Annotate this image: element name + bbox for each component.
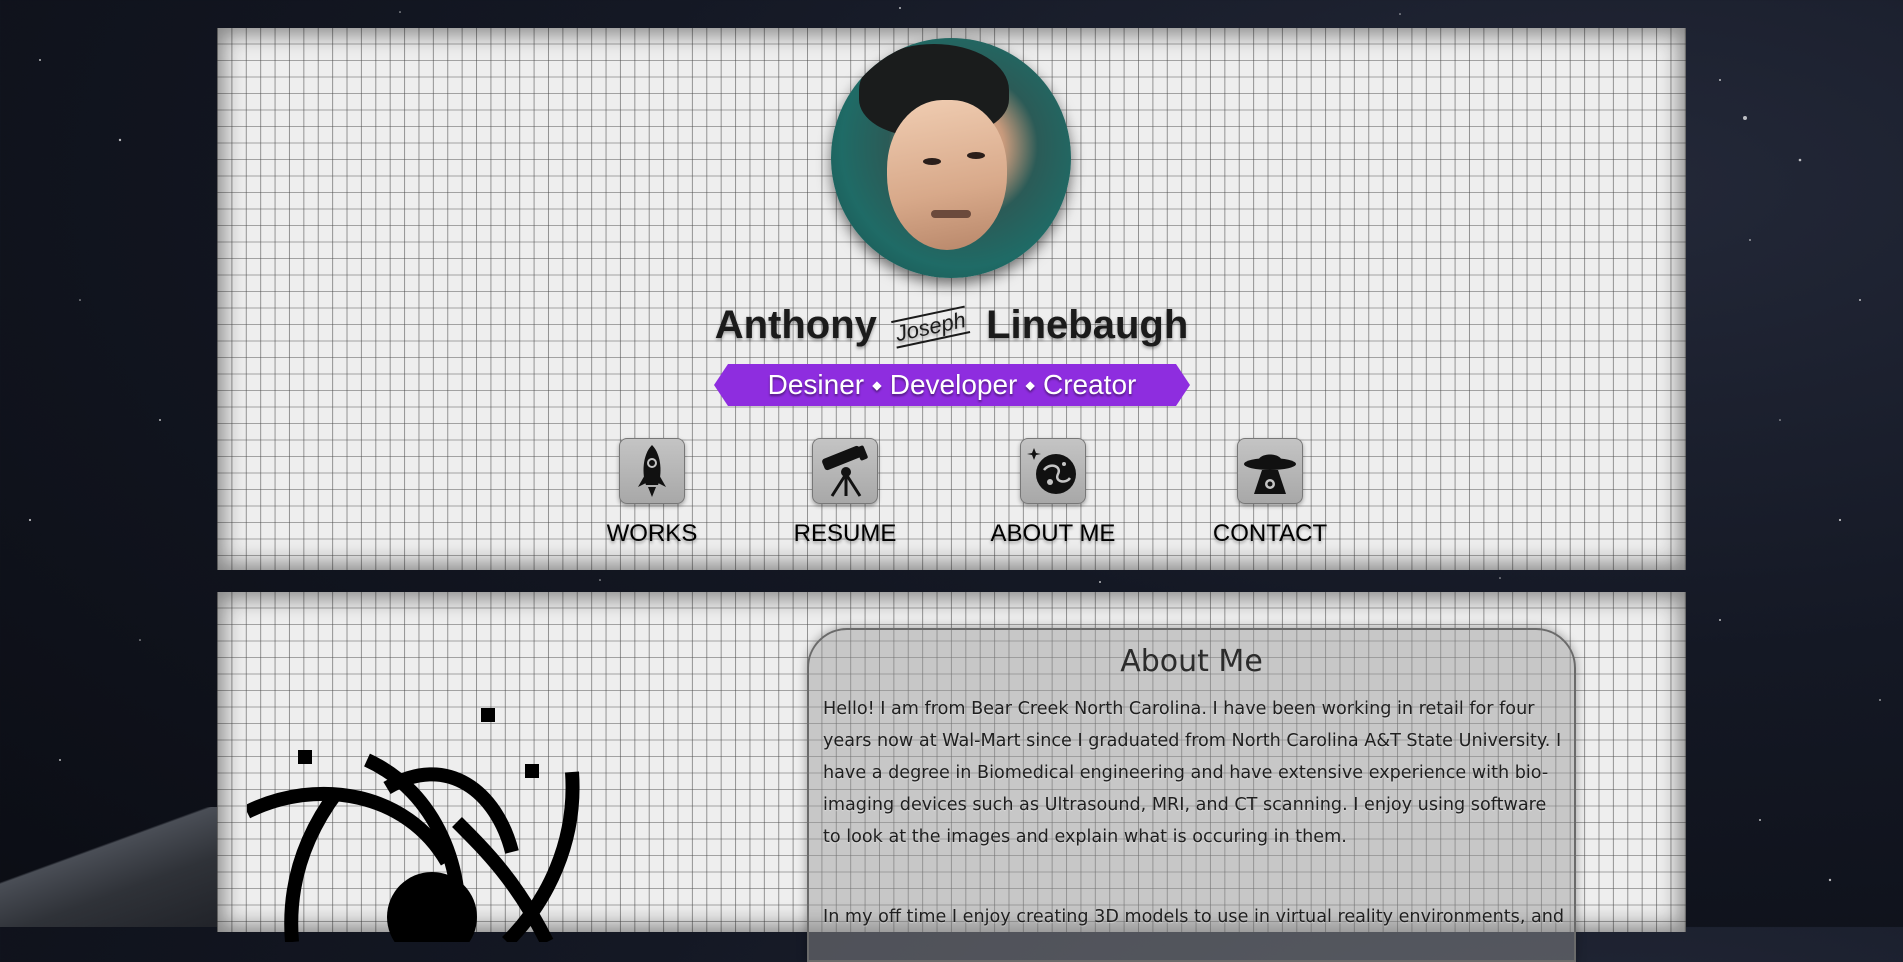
about-title: About Me (1120, 644, 1263, 679)
last-name: Linebaugh (986, 303, 1189, 347)
planet-icon[interactable] (1020, 438, 1086, 504)
header-panel: Anthony Joseph Linebaugh Desiner ⬩ Devel… (217, 28, 1686, 570)
first-name: Anthony (714, 303, 877, 347)
nav-resume[interactable]: RESUME (775, 438, 915, 548)
nav-label: CONTACT (1212, 520, 1328, 547)
nav-label: ABOUT ME (990, 520, 1116, 547)
rocket-icon[interactable] (619, 438, 685, 504)
nav-works[interactable]: WORKS (582, 438, 722, 548)
nav-contact[interactable]: CONTACT (1200, 438, 1340, 548)
about-paragraph: In my off time I enjoy creating 3D model… (823, 907, 1565, 927)
site-title: Anthony Joseph Linebaugh (217, 303, 1686, 349)
middle-name: Joseph (891, 305, 971, 349)
about-text: Hello! I am from Bear Creek North Caroli… (823, 693, 1568, 933)
black-hole-illustration (247, 708, 580, 942)
nav-about-me[interactable]: ABOUT ME (983, 438, 1123, 548)
nav-label: RESUME (793, 520, 897, 547)
tagline-banner: Desiner ⬩ Developer ⬩ Creator (714, 364, 1190, 406)
content-panel: About Me Hello! I am from Bear Creek Nor… (217, 592, 1686, 962)
telescope-icon[interactable] (812, 438, 878, 504)
about-paragraph: Hello! I am from Bear Creek North Caroli… (823, 699, 1562, 847)
nav-label: WORKS (606, 520, 698, 547)
main-nav: WORKS RESUME ABOUT ME CONTACT (217, 438, 1686, 547)
profile-photo (831, 38, 1071, 278)
ufo-icon[interactable] (1237, 438, 1303, 504)
about-me-card: About Me Hello! I am from Bear Creek Nor… (807, 628, 1576, 962)
